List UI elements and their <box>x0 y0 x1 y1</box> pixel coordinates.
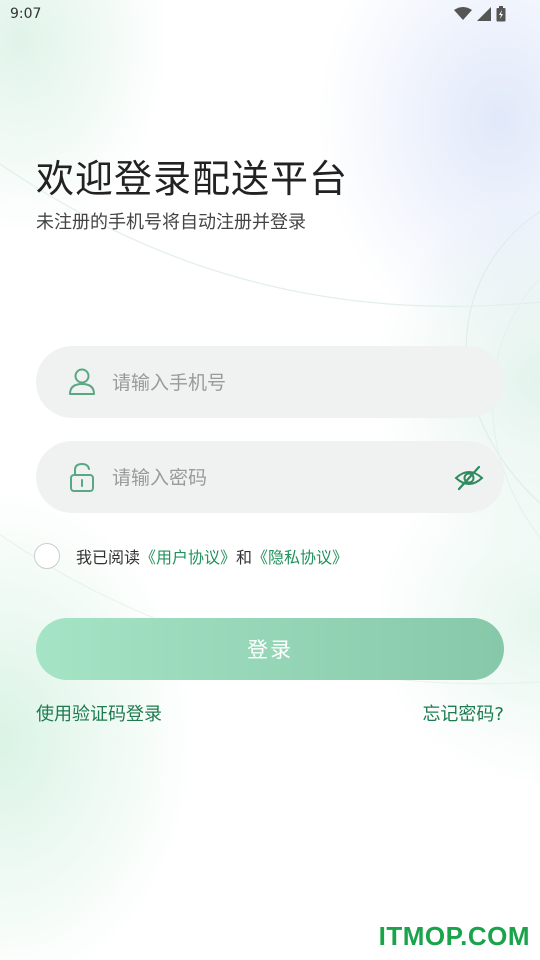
cellular-signal-icon <box>477 7 491 21</box>
wifi-icon <box>454 7 472 20</box>
page-subtitle: 未注册的手机号将自动注册并登录 <box>36 212 306 233</box>
eye-off-icon[interactable] <box>454 463 484 493</box>
sms-login-link[interactable]: 使用验证码登录 <box>36 700 162 726</box>
watermark: ITMOP.COM <box>378 921 530 951</box>
agreement-checkbox[interactable] <box>34 543 60 569</box>
agreement-conjunction: 和 <box>236 548 253 567</box>
privacy-policy-link[interactable]: 《隐私协议》 <box>252 548 348 567</box>
user-icon <box>69 368 95 395</box>
status-time: 9:07 <box>10 6 42 22</box>
agreement-prefix: 我已阅读 <box>76 548 141 567</box>
phone-field[interactable] <box>36 346 504 418</box>
agreement-row: 我已阅读《用户协议》和《隐私协议》 <box>34 540 348 572</box>
status-bar: 9:07 <box>0 0 540 30</box>
lock-icon <box>70 462 94 492</box>
password-input[interactable] <box>110 459 434 497</box>
user-agreement-link[interactable]: 《用户协议》 <box>140 548 236 567</box>
status-icons <box>454 6 506 22</box>
password-field[interactable] <box>36 441 504 513</box>
agreement-text: 我已阅读《用户协议》和《隐私协议》 <box>76 544 348 568</box>
page-title: 欢迎登录配送平台 <box>36 157 349 201</box>
phone-input[interactable] <box>110 364 434 402</box>
login-button[interactable]: 登录 <box>36 618 504 680</box>
battery-icon <box>496 6 506 22</box>
forgot-password-link[interactable]: 忘记密码? <box>422 700 504 726</box>
